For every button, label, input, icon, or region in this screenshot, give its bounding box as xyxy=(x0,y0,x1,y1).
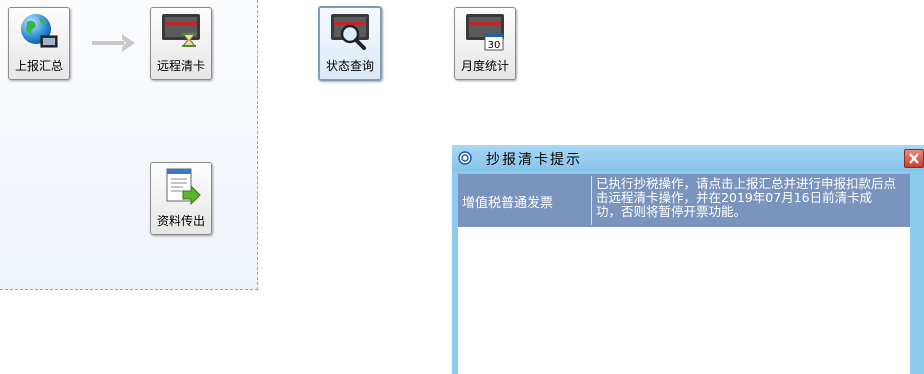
arrow-right-icon xyxy=(92,34,135,52)
data-export-button[interactable]: 资料传出 xyxy=(150,162,212,235)
calendar-day-number: 30 xyxy=(488,40,501,51)
message-row[interactable]: 增值税普通发票 已执行抄税操作，请点击上报汇总并进行申报扣款后点击远程清卡操作，… xyxy=(458,174,910,227)
remote-clear-card-label: 远程清卡 xyxy=(156,59,205,73)
close-icon xyxy=(909,153,919,164)
status-query-button[interactable]: 状态查询 xyxy=(318,6,382,81)
dialog-body: 增值税普通发票 已执行抄税操作，请点击上报汇总并进行申报扣款后点击远程清卡操作，… xyxy=(458,174,910,374)
upload-summary-label: 上报汇总 xyxy=(14,59,63,73)
document-export-icon xyxy=(166,168,201,206)
info-circle-icon xyxy=(458,151,472,165)
dialog-title: 抄报清卡提示 xyxy=(486,152,582,168)
globe-monitor-icon xyxy=(21,14,58,48)
upload-summary-button[interactable]: 上报汇总 xyxy=(8,7,70,80)
dialog-titlebar[interactable]: 抄报清卡提示 xyxy=(452,145,924,171)
monthly-stats-button[interactable]: 30 月度统计 xyxy=(454,7,516,80)
message-category: 增值税普通发票 xyxy=(462,196,554,211)
monitor-hourglass-icon xyxy=(162,14,200,47)
copy-clear-card-dialog: 抄报清卡提示 增值税普通发票 已执行抄税操作，请点击上报汇总并进行申报扣款后点击… xyxy=(452,145,924,374)
monthly-stats-label: 月度统计 xyxy=(460,59,509,73)
close-button[interactable] xyxy=(904,149,924,168)
message-text: 已执行抄税操作，请点击上报汇总并进行申报扣款后点击远程清卡操作，并在2019年0… xyxy=(596,176,897,219)
monitor-magnifier-icon xyxy=(331,14,369,50)
remote-clear-card-button[interactable]: 远程清卡 xyxy=(150,7,212,80)
monitor-calendar-icon: 30 xyxy=(466,14,504,51)
data-export-label: 资料传出 xyxy=(156,214,205,228)
status-query-label: 状态查询 xyxy=(325,59,374,73)
column-divider xyxy=(591,176,592,225)
